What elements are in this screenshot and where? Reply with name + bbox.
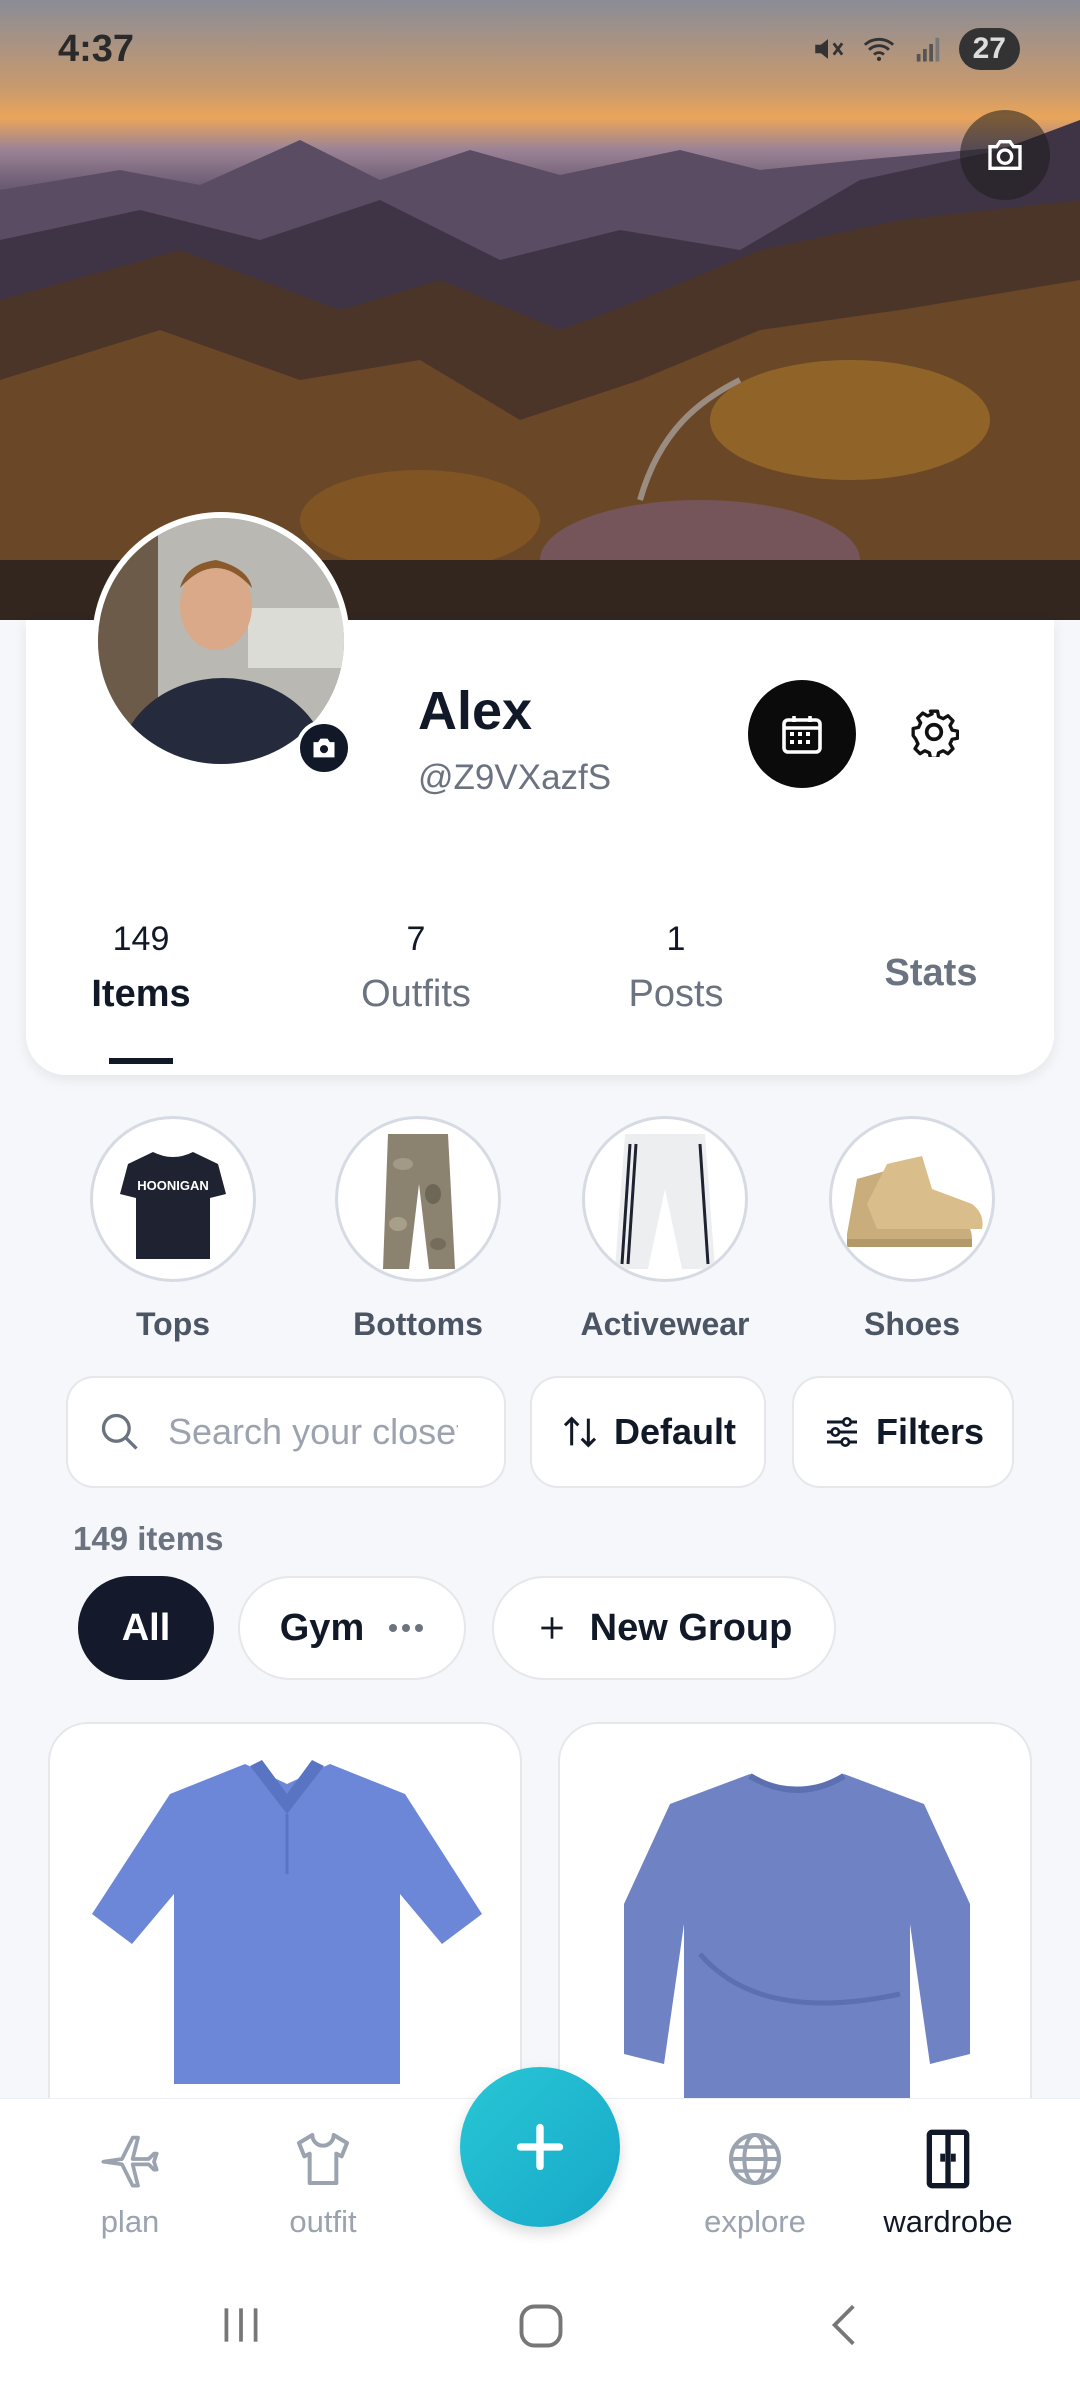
signal-icon bbox=[916, 37, 939, 62]
status-time: 4:37 bbox=[58, 28, 135, 70]
group-gym[interactable]: Gym bbox=[238, 1576, 466, 1680]
tab-posts-label: Posts bbox=[628, 973, 724, 1015]
category-bottoms-label: Bottoms bbox=[353, 1306, 483, 1342]
camera-icon bbox=[313, 738, 335, 758]
search-box bbox=[66, 1376, 506, 1488]
system-navigation-bar bbox=[0, 2258, 1080, 2400]
tab-stats[interactable]: Stats bbox=[856, 920, 1006, 995]
category-activewear[interactable]: Activewear bbox=[580, 1116, 750, 1343]
profile-handle: @Z9VXazfS bbox=[418, 758, 612, 797]
filters-label: Filters bbox=[875, 1411, 985, 1452]
tab-stats-label: Stats bbox=[884, 952, 978, 994]
nav-explore-label: explore bbox=[704, 2204, 806, 2239]
change-avatar-button[interactable] bbox=[296, 720, 352, 776]
category-shoes[interactable]: Shoes bbox=[827, 1116, 997, 1343]
tab-items[interactable]: 149 Items bbox=[66, 920, 216, 1064]
battery-indicator: 27 bbox=[958, 28, 1020, 70]
tab-outfits[interactable]: 7 Outfits bbox=[331, 920, 501, 1016]
wardrobe-item-card[interactable] bbox=[48, 1722, 522, 2122]
airplane-icon bbox=[101, 2135, 159, 2188]
calendar-icon bbox=[782, 716, 822, 754]
active-tab-indicator bbox=[109, 1058, 173, 1064]
nav-plan-label: plan bbox=[100, 2204, 160, 2239]
tab-posts-count: 1 bbox=[666, 920, 686, 958]
group-gym-label: Gym bbox=[279, 1606, 365, 1649]
group-all-label: All bbox=[121, 1606, 171, 1649]
polo-shirt-image bbox=[92, 1760, 482, 2084]
profile-tabs: 149 Items 7 Outfits 1 Posts Stats bbox=[26, 920, 1054, 1075]
category-tops[interactable]: HOONIGAN Tops bbox=[88, 1116, 258, 1343]
calendar-button[interactable] bbox=[748, 680, 856, 788]
new-group-button[interactable]: New Group bbox=[492, 1576, 836, 1680]
track-pants-image bbox=[582, 1116, 748, 1282]
mute-icon bbox=[814, 39, 843, 59]
new-group-label: New Group bbox=[589, 1606, 793, 1649]
filters-button[interactable]: Filters bbox=[792, 1376, 1014, 1488]
plus-icon bbox=[516, 2123, 564, 2171]
back-button[interactable] bbox=[820, 2300, 870, 2355]
item-count: 149 items bbox=[73, 1520, 224, 1557]
tshirt-print-text: HOONIGAN bbox=[137, 1178, 209, 1193]
camera-icon bbox=[988, 140, 1022, 170]
nav-plan[interactable]: plan bbox=[50, 2127, 210, 2240]
recents-icon bbox=[224, 2308, 258, 2342]
category-tops-label: Tops bbox=[135, 1306, 211, 1342]
nav-outfit[interactable]: outfit bbox=[243, 2127, 403, 2240]
recent-apps-button[interactable] bbox=[216, 2300, 266, 2355]
wardrobe-icon bbox=[926, 2129, 970, 2189]
sneakers-image bbox=[829, 1116, 995, 1282]
camo-pants-image bbox=[335, 1116, 501, 1282]
tab-posts[interactable]: 1 Posts bbox=[596, 920, 756, 1016]
plus-icon bbox=[540, 1617, 563, 1639]
search-input[interactable] bbox=[168, 1411, 458, 1453]
back-chevron-icon bbox=[831, 2304, 855, 2346]
tab-outfits-label: Outfits bbox=[361, 973, 471, 1015]
wifi-icon bbox=[863, 37, 894, 62]
nav-outfit-label: outfit bbox=[289, 2204, 357, 2239]
profile-name: Alex bbox=[418, 681, 533, 741]
change-cover-button[interactable] bbox=[960, 110, 1050, 200]
tab-items-label: Items bbox=[91, 973, 191, 1015]
more-dots-icon[interactable] bbox=[388, 1623, 424, 1633]
nav-wardrobe-label: wardrobe bbox=[883, 2204, 1013, 2239]
sort-button[interactable]: Default bbox=[530, 1376, 766, 1488]
nav-explore[interactable]: explore bbox=[675, 2127, 835, 2240]
shirt-icon bbox=[297, 2133, 349, 2185]
tab-items-count: 149 bbox=[112, 920, 170, 958]
category-bottoms[interactable]: Bottoms bbox=[333, 1116, 503, 1343]
gear-icon bbox=[911, 709, 959, 757]
add-item-button[interactable] bbox=[460, 2067, 620, 2227]
category-activewear-label: Activewear bbox=[580, 1306, 750, 1342]
sort-arrows-icon bbox=[563, 1416, 597, 1448]
sliders-icon bbox=[826, 1416, 857, 1448]
nav-wardrobe[interactable]: wardrobe bbox=[868, 2127, 1028, 2240]
wardrobe-item-card[interactable] bbox=[558, 1722, 1032, 2122]
group-all[interactable]: All bbox=[78, 1576, 214, 1680]
search-icon bbox=[101, 1413, 138, 1450]
sort-label: Default bbox=[613, 1411, 736, 1452]
home-icon bbox=[519, 2304, 563, 2348]
globe-icon bbox=[729, 2133, 781, 2185]
sweater-image bbox=[624, 1773, 970, 2104]
tab-outfits-count: 7 bbox=[406, 920, 426, 958]
tshirt-image: HOONIGAN bbox=[90, 1116, 256, 1282]
category-shoes-label: Shoes bbox=[863, 1306, 961, 1342]
status-icons: 27 bbox=[811, 28, 1020, 70]
home-button[interactable] bbox=[515, 2300, 567, 2357]
status-bar: 4:37 27 bbox=[0, 0, 1080, 100]
settings-button[interactable] bbox=[904, 702, 964, 762]
